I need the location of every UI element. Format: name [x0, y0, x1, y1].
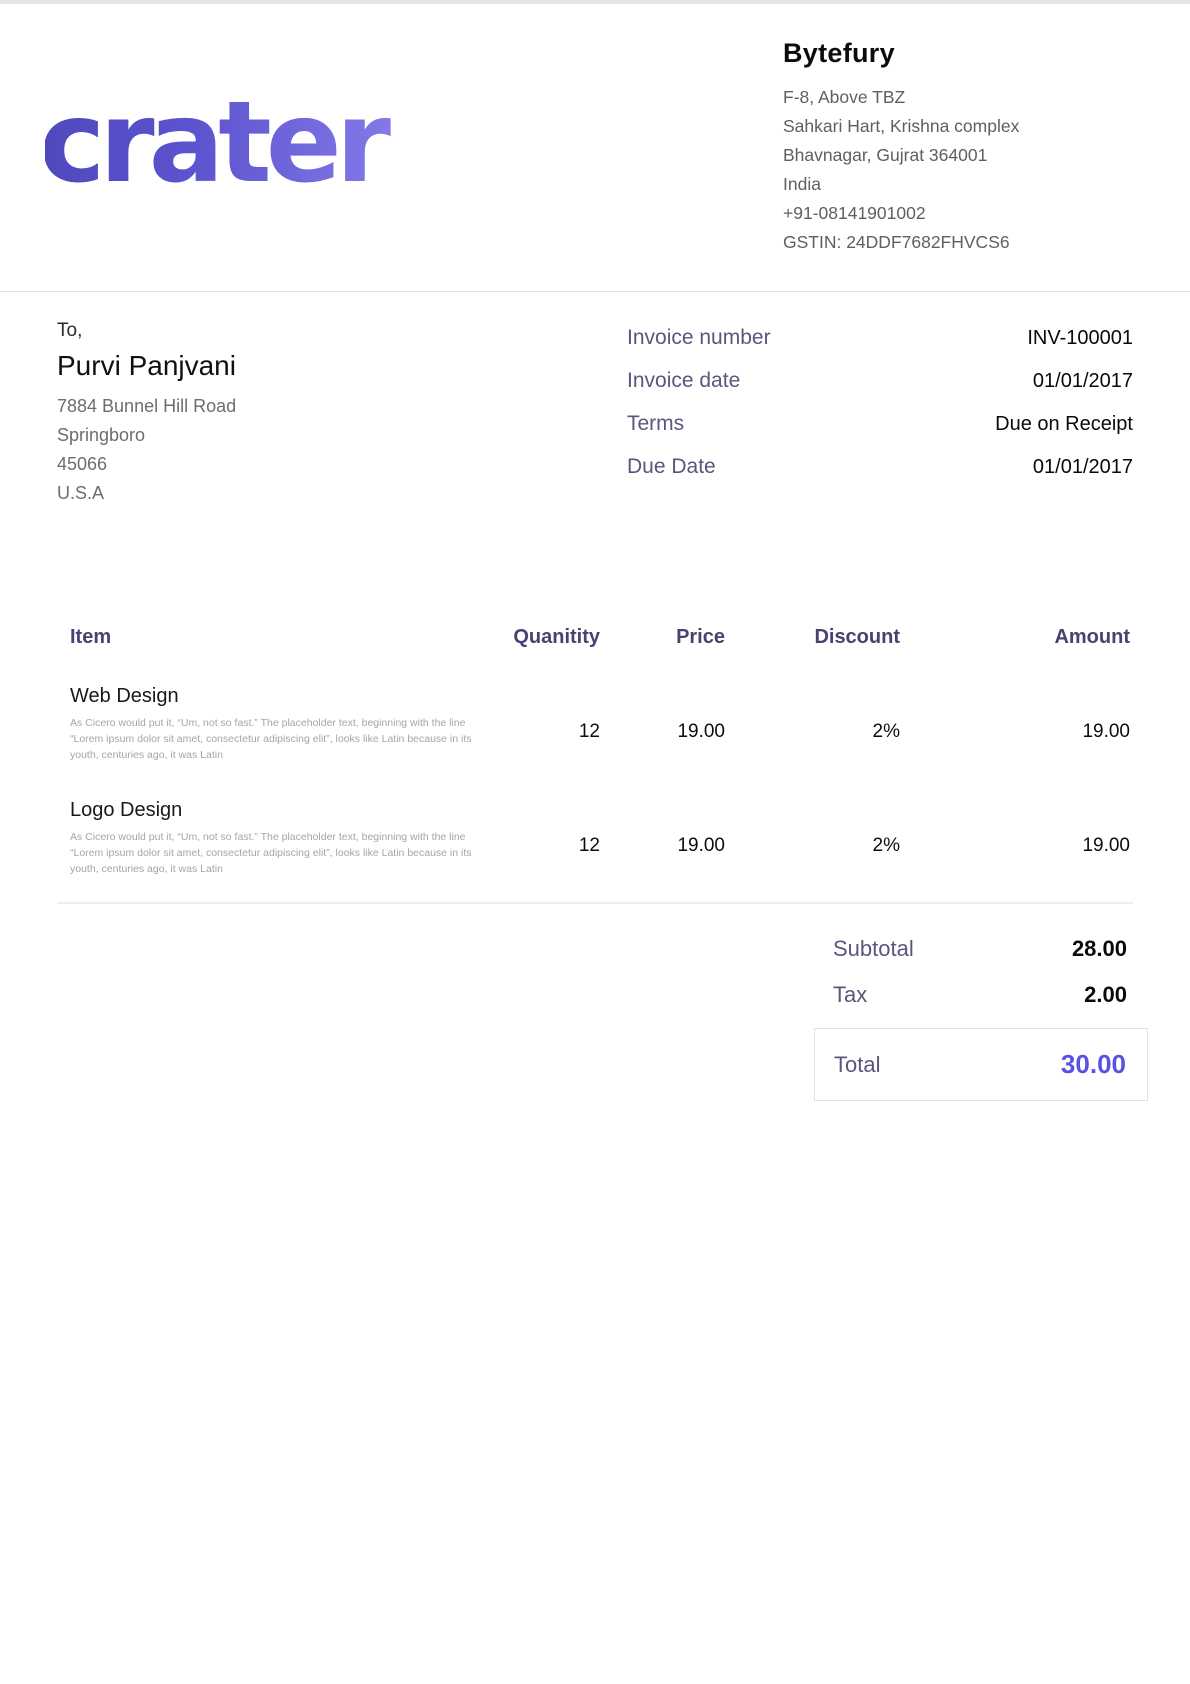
- invoice-meta: Invoice number INV-100001 Invoice date 0…: [627, 320, 1133, 508]
- invoice-number-label: Invoice number: [627, 326, 771, 350]
- item-price: 19.00: [600, 799, 725, 877]
- subtotal-label: Subtotal: [833, 936, 914, 962]
- bill-to-address-line: 7884 Bunnel Hill Road: [57, 392, 627, 421]
- items-table-header: Item Quanitity Price Discount Amount: [70, 626, 1130, 649]
- item-name: Web Design: [70, 685, 500, 708]
- logo-text: crater: [45, 78, 391, 208]
- terms-row: Terms Due on Receipt: [627, 412, 1133, 436]
- invoice-number-value: INV-100001: [1027, 327, 1133, 350]
- crater-logo-icon: crater: [45, 73, 495, 208]
- col-header-quantity: Quanitity: [500, 626, 600, 649]
- company-address-line: F-8, Above TBZ: [783, 83, 1133, 112]
- col-header-item: Item: [70, 626, 500, 649]
- bill-to-block: To, Purvi Panjvani 7884 Bunnel Hill Road…: [57, 320, 627, 508]
- table-row: Logo Design As Cicero would put it, “Um,…: [70, 799, 1130, 877]
- col-header-discount: Discount: [725, 626, 900, 649]
- tax-row: Tax 2.00: [814, 982, 1148, 1008]
- terms-label: Terms: [627, 412, 684, 436]
- col-header-price: Price: [600, 626, 725, 649]
- terms-value: Due on Receipt: [995, 413, 1133, 436]
- grand-total-label: Total: [834, 1052, 880, 1078]
- invoice-date-value: 01/01/2017: [1033, 370, 1133, 393]
- tax-value: 2.00: [1084, 982, 1127, 1008]
- invoice-header: crater Bytefury F-8, Above TBZ Sahkari H…: [0, 4, 1190, 292]
- item-cell: Web Design As Cicero would put it, “Um, …: [70, 685, 500, 763]
- invoice-date-label: Invoice date: [627, 369, 740, 393]
- subtotal-row: Subtotal 28.00: [814, 936, 1148, 962]
- invoice-date-row: Invoice date 01/01/2017: [627, 369, 1133, 393]
- grand-total-value: 30.00: [1061, 1049, 1126, 1080]
- company-gstin: GSTIN: 24DDF7682FHVCS6: [783, 228, 1133, 257]
- due-date-label: Due Date: [627, 455, 716, 479]
- item-price: 19.00: [600, 685, 725, 763]
- company-info: Bytefury F-8, Above TBZ Sahkari Hart, Kr…: [783, 38, 1133, 257]
- billing-section: To, Purvi Panjvani 7884 Bunnel Hill Road…: [0, 292, 1190, 508]
- item-amount: 19.00: [900, 685, 1130, 763]
- item-cell: Logo Design As Cicero would put it, “Um,…: [70, 799, 500, 877]
- due-date-row: Due Date 01/01/2017: [627, 455, 1133, 479]
- company-name: Bytefury: [783, 38, 1133, 69]
- company-address-line: Sahkari Hart, Krishna complex: [783, 112, 1133, 141]
- item-quantity: 12: [500, 799, 600, 877]
- bill-to-prefix: To,: [57, 320, 627, 342]
- company-phone: +91-08141901002: [783, 199, 1133, 228]
- bill-to-address-line: 45066: [57, 450, 627, 479]
- items-divider: [57, 902, 1133, 904]
- grand-total-box: Total 30.00: [814, 1028, 1148, 1101]
- table-row: Web Design As Cicero would put it, “Um, …: [70, 685, 1130, 763]
- item-amount: 19.00: [900, 799, 1130, 877]
- tax-label: Tax: [833, 982, 867, 1008]
- company-address-line: India: [783, 170, 1133, 199]
- crater-logo: crater: [45, 73, 495, 223]
- item-quantity: 12: [500, 685, 600, 763]
- bill-to-name: Purvi Panjvani: [57, 350, 627, 382]
- totals-section: Subtotal 28.00 Tax 2.00 Total 30.00: [0, 936, 1148, 1101]
- item-description: As Cicero would put it, “Um, not so fast…: [70, 829, 488, 877]
- due-date-value: 01/01/2017: [1033, 456, 1133, 479]
- company-address-line: Bhavnagar, Gujrat 364001: [783, 141, 1133, 170]
- bill-to-address-line: U.S.A: [57, 479, 627, 508]
- bill-to-address-line: Springboro: [57, 421, 627, 450]
- col-header-amount: Amount: [900, 626, 1130, 649]
- subtotal-value: 28.00: [1072, 936, 1127, 962]
- invoice-number-row: Invoice number INV-100001: [627, 326, 1133, 350]
- items-table: Item Quanitity Price Discount Amount Web…: [70, 626, 1130, 877]
- item-description: As Cicero would put it, “Um, not so fast…: [70, 715, 488, 763]
- item-name: Logo Design: [70, 799, 500, 822]
- item-discount: 2%: [725, 685, 900, 763]
- item-discount: 2%: [725, 799, 900, 877]
